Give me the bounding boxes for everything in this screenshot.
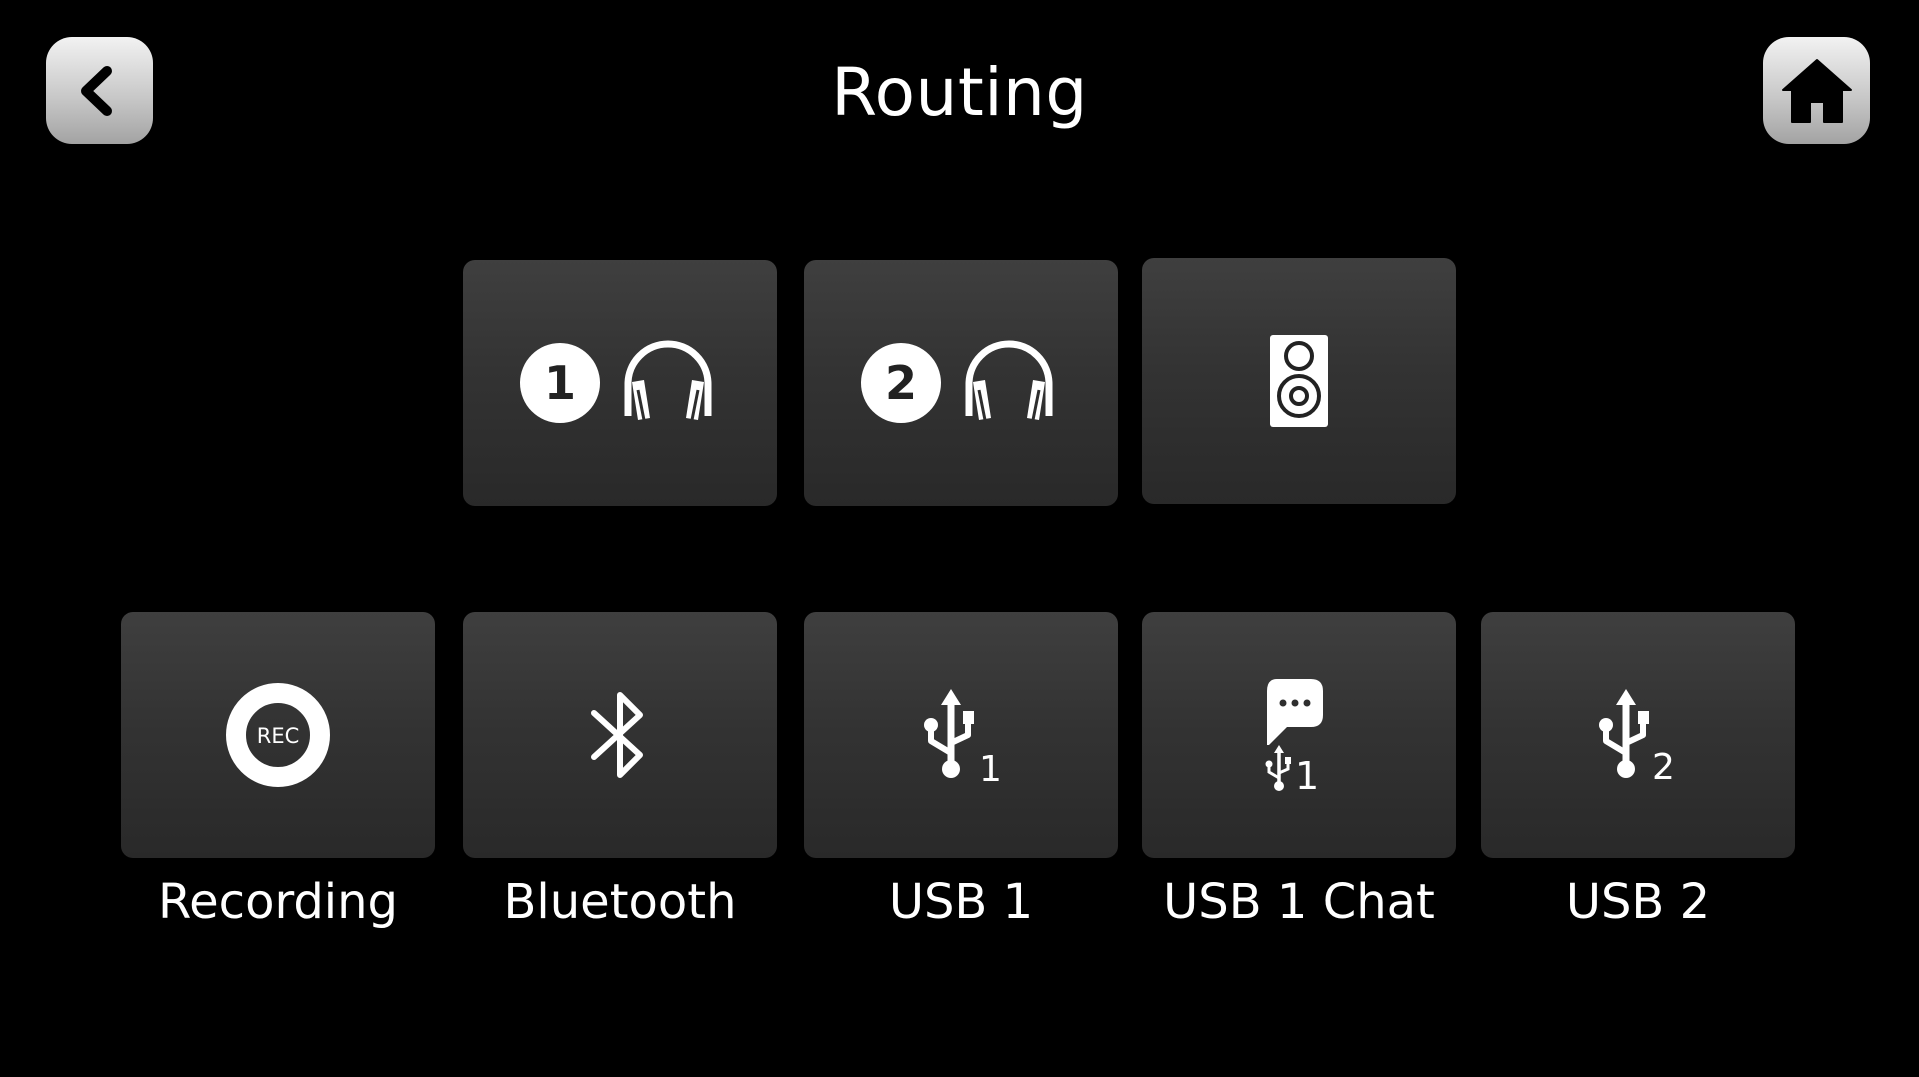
source-usb1-label: USB 1 (888, 874, 1034, 930)
number-badge-1: 1 (520, 343, 600, 423)
source-usb2-tile[interactable]: 2 (1481, 612, 1795, 858)
source-usb1-tile[interactable]: 1 (804, 612, 1118, 858)
source-recording-tile[interactable]: REC (121, 612, 435, 858)
speaker-icon (1270, 335, 1328, 427)
svg-text:REC: REC (257, 724, 300, 748)
usb-icon: 1 (924, 689, 1001, 783)
svg-text:1: 1 (544, 356, 576, 410)
source-usb1-chat-label: USB 1 Chat (1163, 874, 1435, 930)
headphones-icon (624, 340, 712, 421)
svg-text:2: 2 (1652, 747, 1675, 783)
headphones-icon (965, 340, 1053, 421)
svg-text:1: 1 (979, 749, 1001, 783)
home-button[interactable] (1763, 37, 1870, 144)
source-usb1-chat-tile[interactable]: 1 (1142, 612, 1456, 858)
svg-text:1: 1 (1295, 754, 1319, 793)
number-badge-2: 2 (861, 343, 941, 423)
source-bluetooth-tile[interactable] (463, 612, 777, 858)
chat-bubble-icon (1267, 679, 1323, 745)
svg-text:2: 2 (885, 356, 917, 410)
rec-icon: REC (226, 683, 330, 787)
bluetooth-icon (591, 692, 643, 778)
output-speakers-tile[interactable] (1142, 258, 1456, 504)
output-headphones-2-tile[interactable]: 2 (804, 260, 1118, 506)
usb-small-icon (1265, 745, 1291, 791)
page-title: Routing (831, 54, 1088, 131)
chat-usb-icon: 1 (1265, 679, 1323, 793)
source-bluetooth-label: Bluetooth (503, 874, 737, 930)
home-icon (1781, 58, 1852, 123)
source-usb2-label: USB 2 (1565, 874, 1711, 930)
output-headphones-1-tile[interactable]: 1 (463, 260, 777, 506)
source-recording-label: Recording (157, 874, 399, 930)
usb-icon: 2 (1599, 689, 1675, 783)
